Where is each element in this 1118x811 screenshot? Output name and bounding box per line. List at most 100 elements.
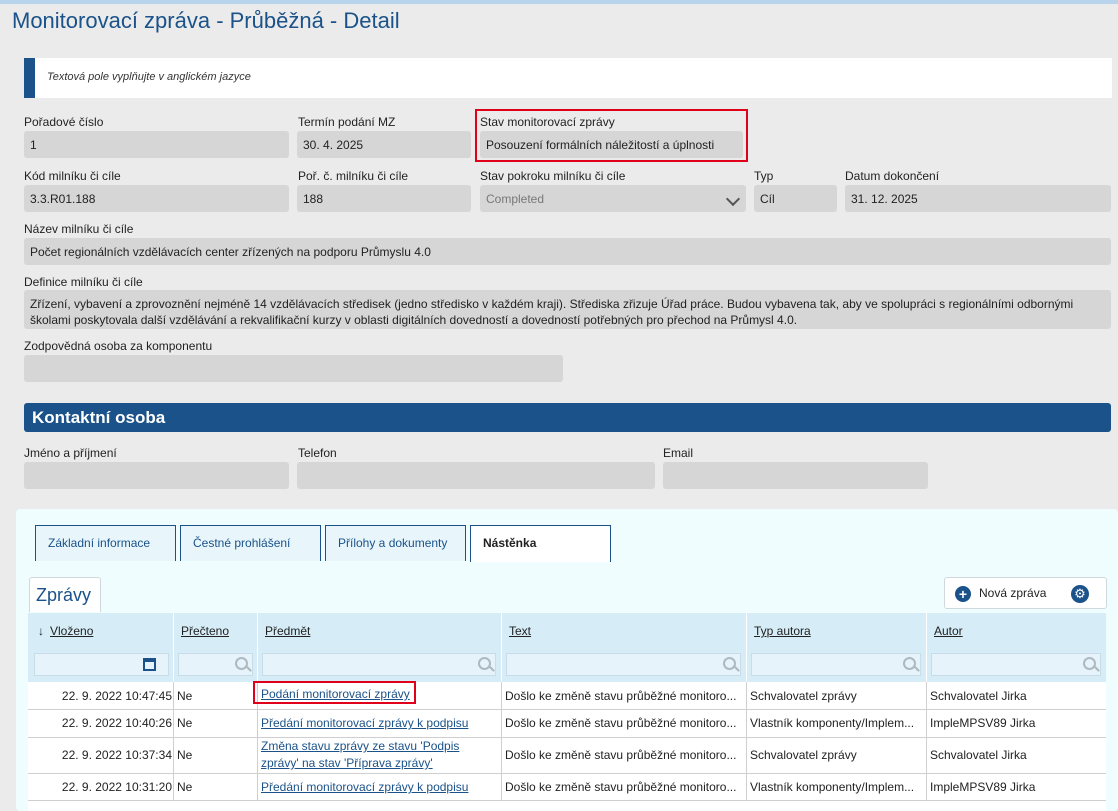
top-strip	[0, 0, 1118, 4]
chevron-down-icon	[725, 191, 741, 207]
column-header-vlozeno[interactable]: Vloženo	[50, 624, 93, 638]
column-header-text[interactable]: Text	[509, 624, 531, 638]
cell-text: Došlo ke změně stavu průběžné monitoro..…	[505, 716, 737, 730]
por-field[interactable]: 188	[297, 185, 471, 212]
filter-predmet[interactable]	[262, 653, 496, 676]
cell-precteno: Ne	[177, 689, 193, 703]
typ-label: Typ	[754, 169, 774, 183]
table-row[interactable]: 22. 9. 2022 10:40:26 Ne Předání monitoro…	[28, 710, 1106, 738]
zodpovedna-label: Zodpovědná osoba za komponentu	[24, 339, 213, 353]
telefon-label: Telefon	[298, 446, 337, 460]
cell-typ-autora: Vlastník komponenty/Implem...	[750, 716, 915, 730]
zodpovedna-field[interactable]	[24, 355, 563, 382]
definice-field[interactable]: Zřízení, vybavení a zprovoznění nejméně …	[24, 290, 1111, 329]
column-divider	[926, 613, 927, 682]
subject-link[interactable]: zprávy' na stav 'Příprava zprávy'	[261, 756, 433, 770]
filter-precteno[interactable]	[178, 653, 253, 676]
jmeno-field[interactable]	[24, 462, 289, 489]
cell-vlozeno: 22. 9. 2022 10:31:20	[61, 780, 172, 794]
tab-prilohy-a-dokumenty[interactable]: Přílohy a dokumenty	[325, 525, 466, 561]
cell-text: Došlo ke změně stavu průběžné monitoro..…	[505, 780, 737, 794]
cell-autor: Schvalovatel Jirka	[930, 689, 1027, 703]
column-divider	[926, 682, 927, 801]
grid-header: ↓ Vloženo Přečteno Předmět Text Typ auto…	[28, 613, 1106, 682]
search-icon	[235, 657, 248, 670]
column-divider	[173, 613, 174, 682]
telefon-field[interactable]	[297, 462, 655, 489]
column-divider	[257, 613, 258, 682]
email-field[interactable]	[663, 462, 928, 489]
cell-precteno: Ne	[177, 748, 193, 762]
por-label: Poř. č. milníku či cíle	[298, 169, 409, 183]
table-row[interactable]: 22. 9. 2022 10:47:45 Ne Podání monitorov…	[28, 682, 1106, 710]
page-title: Monitorovací zpráva - Průběžná - Detail	[12, 8, 400, 33]
typ-field[interactable]: Cíl	[754, 185, 837, 212]
cell-typ-autora: Vlastník komponenty/Implem...	[750, 780, 915, 794]
column-header-autor[interactable]: Autor	[934, 624, 963, 638]
subject-highlight	[253, 681, 416, 704]
column-divider	[501, 613, 502, 682]
datum-label: Datum dokončení	[845, 169, 940, 183]
cell-autor: Schvalovatel Jirka	[930, 748, 1027, 762]
email-label: Email	[663, 446, 694, 460]
search-icon	[903, 657, 916, 670]
filter-vlozeno[interactable]	[34, 653, 169, 676]
search-icon	[478, 657, 491, 670]
cell-text: Došlo ke změně stavu průběžné monitoro..…	[505, 748, 737, 762]
kod-label: Kód milníku či cíle	[24, 169, 121, 183]
gear-icon[interactable]: ⚙	[1071, 585, 1089, 603]
info-note: Textová pole vyplňujte v anglickém jazyc…	[24, 58, 1112, 98]
datum-field[interactable]: 31. 12. 2025	[845, 185, 1111, 212]
stavpokroku-label: Stav pokroku milníku či cíle	[480, 169, 626, 183]
subject-link[interactable]: Předání monitorovací zprávy k podpisu	[261, 716, 468, 730]
filter-text[interactable]	[506, 653, 741, 676]
termin-field[interactable]: 30. 4. 2025	[297, 131, 471, 158]
column-header-precteno[interactable]: Přečteno	[181, 624, 229, 638]
stavpokroku-value: Completed	[486, 192, 545, 206]
column-header-predmet[interactable]: Předmět	[265, 624, 310, 638]
table-row[interactable]: 22. 9. 2022 10:37:34 Ne Změna stavu zprá…	[28, 738, 1106, 774]
subject-link[interactable]: Předání monitorovací zprávy k podpisu	[261, 780, 468, 794]
info-note-text: Textová pole vyplňujte v anglickém jazyc…	[47, 71, 251, 83]
contact-section-header: Kontaktní osoba	[24, 403, 1111, 432]
poradove-field[interactable]: 1	[24, 131, 289, 158]
new-message-label: Nová zpráva	[979, 586, 1047, 600]
nazev-field[interactable]: Počet regionálních vzdělávacích center z…	[24, 238, 1111, 265]
cell-vlozeno: 22. 9. 2022 10:40:26	[61, 716, 172, 730]
new-message-button[interactable]: + Nová zpráva ⚙	[944, 577, 1107, 609]
zpravy-tab[interactable]: Zprávy	[29, 577, 101, 612]
tab-zakladni-informace[interactable]: Základní informace	[35, 525, 176, 561]
tab-nastenka[interactable]: Nástěnka	[470, 525, 611, 562]
subject-link[interactable]: Změna stavu zprávy ze stavu 'Podpis	[261, 739, 459, 753]
poradove-label: Pořadové číslo	[24, 115, 104, 129]
column-divider	[501, 682, 502, 801]
cell-precteno: Ne	[177, 716, 193, 730]
definice-label: Definice milníku či cíle	[24, 275, 143, 289]
stav-highlight	[475, 109, 748, 162]
termin-label: Termín podání MZ	[298, 115, 396, 129]
tab-cestne-prohlaseni[interactable]: Čestné prohlášení	[180, 525, 321, 561]
filter-typ-autora[interactable]	[751, 653, 921, 676]
calendar-icon[interactable]	[143, 658, 156, 671]
cell-text: Došlo ke změně stavu průběžné monitoro..…	[505, 689, 737, 703]
cell-typ-autora: Schvalovatel zprávy	[750, 748, 857, 762]
cell-vlozeno: 22. 9. 2022 10:37:34	[61, 748, 172, 762]
cell-typ-autora: Schvalovatel zprávy	[750, 689, 857, 703]
table-row[interactable]: 22. 9. 2022 10:31:20 Ne Předání monitoro…	[28, 774, 1106, 801]
column-divider	[746, 682, 747, 801]
messages-grid: ↓ Vloženo Přečteno Předmět Text Typ auto…	[28, 613, 1106, 811]
stavpokroku-select[interactable]: Completed	[480, 185, 746, 212]
column-header-typ-autora[interactable]: Typ autora	[754, 624, 811, 638]
cell-autor: ImpleMPSV89 Jirka	[930, 780, 1036, 794]
plus-icon: +	[955, 586, 971, 602]
column-divider	[746, 613, 747, 682]
jmeno-label: Jméno a příjmení	[24, 446, 117, 460]
cell-precteno: Ne	[177, 780, 193, 794]
kod-field[interactable]: 3.3.R01.188	[24, 185, 289, 212]
filter-autor[interactable]	[931, 653, 1101, 676]
sort-arrow-icon: ↓	[38, 624, 44, 638]
cell-vlozeno: 22. 9. 2022 10:47:45	[61, 689, 172, 703]
cell-autor: ImpleMPSV89 Jirka	[930, 716, 1036, 730]
search-icon	[1083, 657, 1096, 670]
column-divider	[173, 682, 174, 801]
